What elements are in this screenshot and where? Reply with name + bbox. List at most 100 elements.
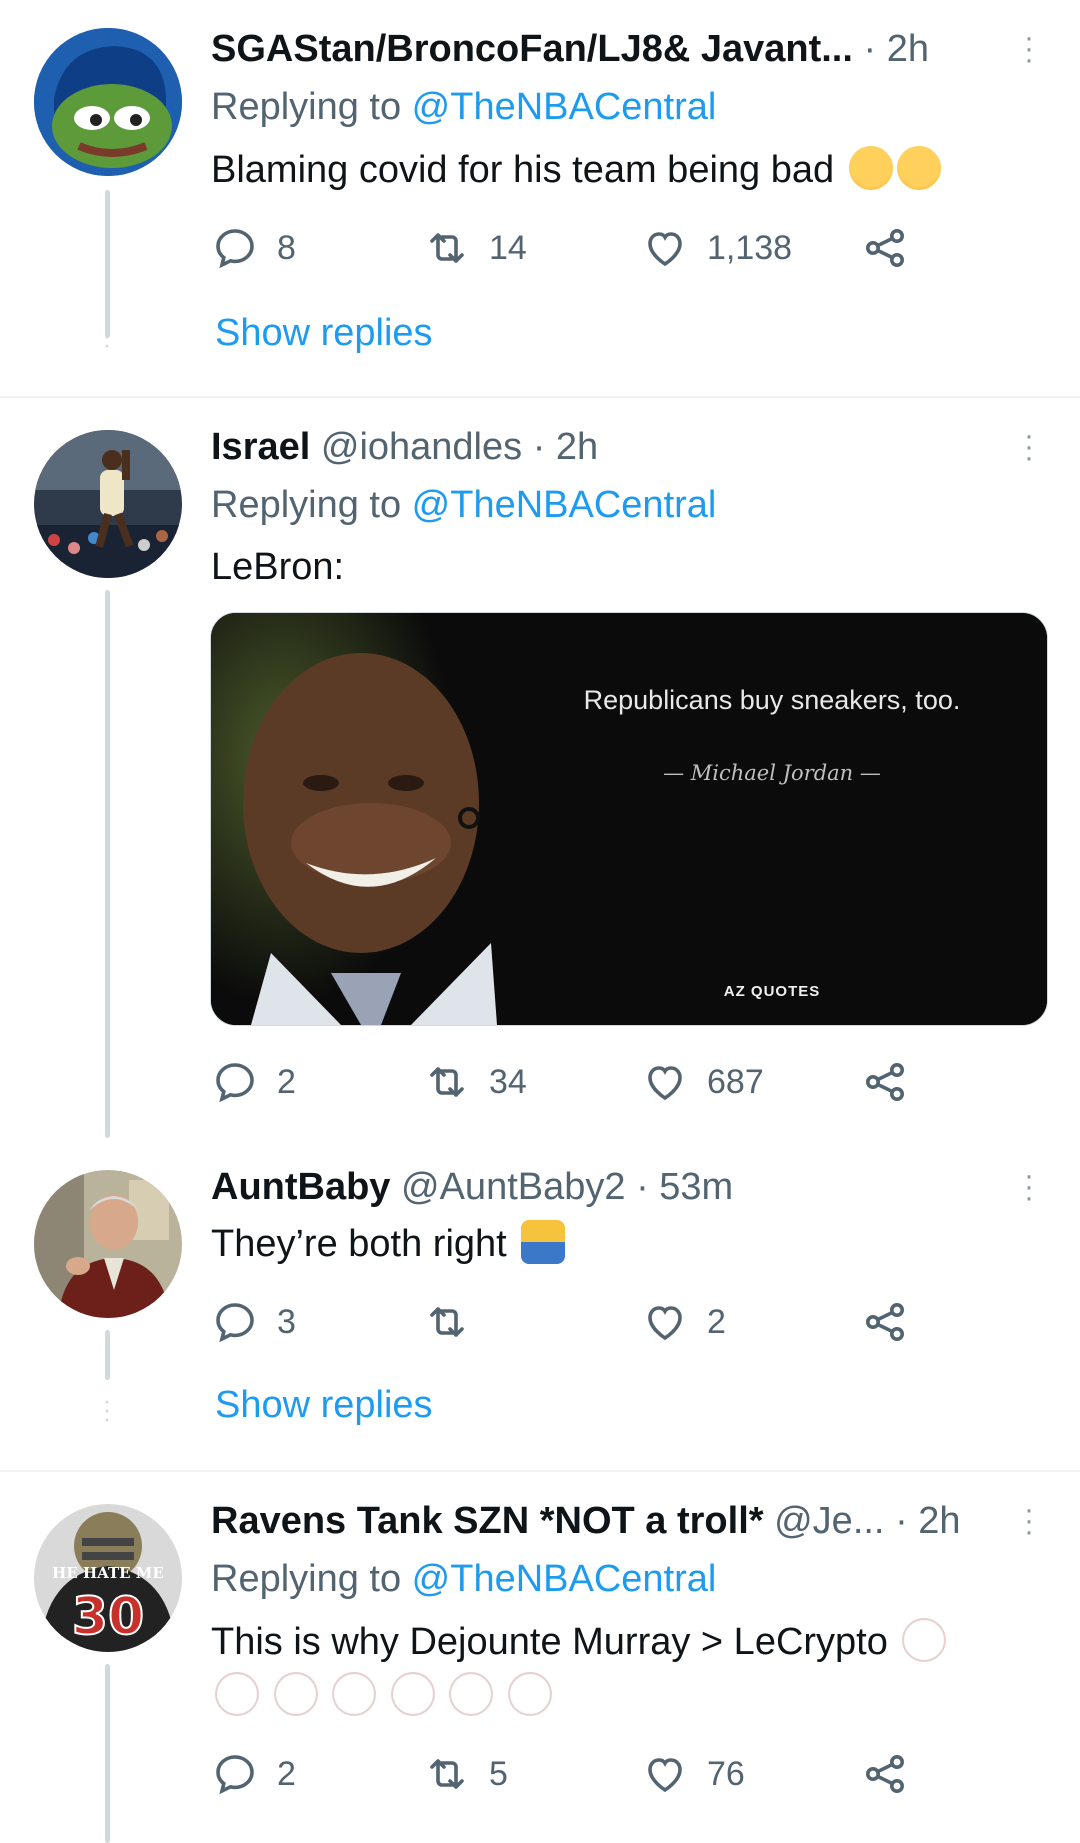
- reply-count: 8: [277, 228, 296, 267]
- retweet-button[interactable]: 14: [423, 220, 527, 276]
- display-name[interactable]: Ravens Tank SZN *NOT a troll*: [211, 1500, 764, 1542]
- share-button[interactable]: [861, 220, 909, 276]
- share-button[interactable]: [861, 1746, 909, 1802]
- quote-author: — Michael Jordan —: [663, 761, 881, 785]
- mention-link[interactable]: @TheNBACentral: [412, 484, 717, 526]
- display-name[interactable]: Israel: [211, 426, 310, 468]
- timestamp[interactable]: · 2h: [533, 426, 598, 468]
- reply-button[interactable]: 8: [211, 220, 296, 276]
- retweet-button[interactable]: 34: [423, 1054, 527, 1110]
- tweet-actions: 2 5 76: [211, 1746, 951, 1802]
- like-count: 76: [707, 1754, 745, 1793]
- mention-link[interactable]: @TheNBACentral: [412, 1558, 717, 1600]
- clown-face-icon: [273, 1672, 318, 1716]
- more-options-icon[interactable]: · · ·: [1024, 421, 1034, 473]
- old-man-avatar-image: [34, 1170, 182, 1318]
- show-replies-link[interactable]: Show replies: [215, 1384, 433, 1427]
- loudly-crying-face-icon: [848, 146, 893, 190]
- reply-thread: · · · SGAStan/BroncoFan/LJ8& Javant... · 2…: [0, 0, 1080, 1843]
- share-button[interactable]: [861, 1054, 909, 1110]
- reply-button[interactable]: 2: [211, 1746, 296, 1802]
- retweet-icon: [430, 1759, 464, 1789]
- thread-dots: · · ·: [102, 1385, 112, 1433]
- tweet-actions: 8 14 1,138: [211, 220, 951, 276]
- tweet-3[interactable]: · · · AuntBaby @AuntBaby2 · 53m · · · They’r…: [0, 1138, 1080, 1470]
- tweet-text: LeBron:: [211, 546, 345, 588]
- az-quotes-logo: AZ QUOTES: [723, 983, 821, 1000]
- dunker-avatar-image: [34, 430, 182, 578]
- tweet-header: Israel @iohandles · 2h: [211, 424, 598, 470]
- timestamp[interactable]: · 2h: [895, 1500, 960, 1542]
- timestamp[interactable]: · 53m: [636, 1166, 733, 1208]
- he-hate-me-avatar-image: HE HATE ME 30: [34, 1504, 182, 1652]
- retweet-count: 34: [489, 1062, 527, 1101]
- reply-count: 2: [277, 1754, 296, 1793]
- replying-to: Replying to @TheNBACentral: [211, 484, 717, 526]
- reply-button[interactable]: 3: [211, 1294, 296, 1350]
- quote-image-card[interactable]: Republicans buy sneakers, too. — Michael…: [210, 612, 1048, 1026]
- handle[interactable]: @iohandles: [321, 426, 522, 468]
- handle[interactable]: @AuntBaby2: [401, 1166, 626, 1208]
- like-count: 2: [707, 1302, 726, 1341]
- mention-link[interactable]: @TheNBACentral: [412, 86, 717, 128]
- tweet-4[interactable]: HE HATE ME 30 Ravens Tank SZN *NOT a tro…: [0, 1472, 1080, 1843]
- replying-to: Replying to @TheNBACentral: [211, 1558, 717, 1600]
- heart-icon: [648, 1066, 682, 1101]
- like-button[interactable]: 1,138: [641, 220, 792, 276]
- display-name[interactable]: AuntBaby: [211, 1166, 390, 1208]
- tweet-header: Ravens Tank SZN *NOT a troll* @Je... · 2…: [211, 1498, 961, 1544]
- timestamp[interactable]: · 2h: [863, 28, 928, 70]
- heart-icon: [648, 1306, 682, 1341]
- jersey-name: HE HATE ME: [52, 1564, 164, 1582]
- tweet-actions: 2 34 687: [211, 1054, 951, 1110]
- share-button[interactable]: [861, 1294, 909, 1350]
- replying-to: Replying to @TheNBACentral: [211, 86, 717, 128]
- like-button[interactable]: 2: [641, 1294, 726, 1350]
- like-button[interactable]: 76: [641, 1746, 745, 1802]
- more-options-icon[interactable]: · · ·: [1024, 1161, 1034, 1213]
- more-options-icon[interactable]: · · ·: [1024, 23, 1034, 75]
- more-options-icon[interactable]: · · ·: [1024, 1495, 1034, 1547]
- reply-count: 2: [277, 1062, 296, 1101]
- tweet-text: This is why Dejounte Murray > LeCrypto: [211, 1618, 947, 1665]
- share-icon: [866, 1063, 904, 1101]
- loudly-crying-face-icon: [896, 146, 941, 190]
- handle[interactable]: @Je...: [774, 1500, 884, 1542]
- share-icon: [866, 229, 904, 267]
- pepe-avatar-image: [34, 28, 182, 176]
- avatar-dunker[interactable]: [34, 430, 182, 578]
- thread-line: [105, 590, 110, 1138]
- jersey-number: 30: [72, 1587, 144, 1647]
- retweet-icon: [430, 1307, 464, 1337]
- share-icon: [866, 1303, 904, 1341]
- retweet-count: 5: [489, 1754, 508, 1793]
- avatar-pepe[interactable]: [34, 28, 182, 176]
- display-name[interactable]: SGAStan/BroncoFan/LJ8& Javant...: [211, 28, 853, 70]
- tweet-text: Blaming covid for his team being bad: [211, 146, 941, 193]
- clown-face-icon: [902, 1618, 947, 1662]
- retweet-count: 14: [489, 228, 527, 267]
- share-icon: [866, 1755, 904, 1793]
- tweet-1[interactable]: · · · SGAStan/BroncoFan/LJ8& Javant... · 2…: [0, 0, 1080, 396]
- retweet-icon: [430, 1067, 464, 1097]
- person-shrugging-icon: [521, 1220, 566, 1264]
- avatar-old-man[interactable]: [34, 1170, 182, 1318]
- tweet-text: They’re both right: [211, 1220, 566, 1267]
- heart-icon: [648, 232, 682, 267]
- reply-button[interactable]: 2: [211, 1054, 296, 1110]
- retweet-button[interactable]: 5: [423, 1746, 508, 1802]
- tweet-header: SGAStan/BroncoFan/LJ8& Javant... · 2h: [211, 26, 929, 72]
- tweet-emoji-line: [211, 1672, 552, 1719]
- show-replies-link[interactable]: Show replies: [215, 312, 433, 355]
- reply-icon: [216, 1303, 254, 1343]
- like-count: 687: [707, 1062, 764, 1101]
- heart-icon: [648, 1758, 682, 1793]
- reply-icon: [216, 1755, 254, 1795]
- clown-face-icon: [507, 1672, 552, 1716]
- like-count: 1,138: [707, 228, 793, 267]
- retweet-button[interactable]: [423, 1294, 489, 1350]
- like-button[interactable]: 687: [641, 1054, 764, 1110]
- tweet-actions: 3 2: [211, 1294, 951, 1350]
- reply-icon: [216, 229, 254, 269]
- avatar-he-hate-me[interactable]: HE HATE ME 30: [34, 1504, 182, 1652]
